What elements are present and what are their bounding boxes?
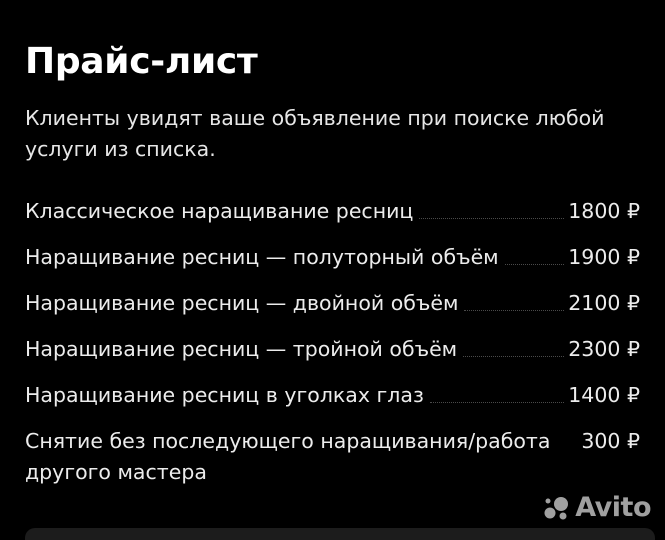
price-row: Наращивание ресниц в уголках глаз 1400 ₽: [25, 380, 640, 411]
dotted-leader: [504, 264, 565, 265]
service-name: Наращивание ресниц — двойной объём: [25, 291, 459, 315]
service-name: Наращивание ресниц — полуторный объём: [25, 245, 499, 269]
service-price: 2300 ₽: [568, 337, 640, 361]
avito-wordmark: Avito: [575, 492, 651, 523]
page-title: Прайс-лист: [25, 41, 258, 82]
service-name: Наращивание ресниц в уголках глаз: [25, 383, 424, 407]
dotted-leader: [464, 310, 565, 311]
price-row: Наращивание ресниц — тройной объём 2300 …: [25, 334, 640, 365]
price-row: Наращивание ресниц — двойной объём 2100 …: [25, 288, 640, 319]
service-price: 300 ₽: [581, 429, 640, 453]
dotted-leader: [463, 356, 565, 357]
price-list-screen: Прайс-лист Клиенты увидят ваше объявлени…: [0, 0, 665, 540]
dotted-leader: [429, 402, 565, 403]
dotted-leader: [419, 218, 565, 219]
avito-watermark: Avito: [542, 492, 651, 523]
service-name: Снятие без последующего наращивания/рабо…: [25, 429, 551, 484]
price-row: Наращивание ресниц — полуторный объём 19…: [25, 242, 640, 273]
page-subtitle: Клиенты увидят ваше объявление при поиск…: [25, 106, 605, 161]
price-row: Снятие без последующего наращивания/рабо…: [25, 426, 640, 488]
price-list: Классическое наращивание ресниц 1800 ₽ Н…: [25, 196, 640, 503]
service-price: 1800 ₽: [568, 199, 640, 223]
price-row: Классическое наращивание ресниц 1800 ₽: [25, 196, 640, 227]
service-name: Классическое наращивание ресниц: [25, 199, 414, 223]
service-price: 1900 ₽: [568, 245, 640, 269]
service-price: 1400 ₽: [568, 383, 640, 407]
next-section-card: [25, 528, 655, 540]
avito-logo-icon: [544, 496, 569, 519]
service-price: 2100 ₽: [568, 291, 640, 315]
service-name: Наращивание ресниц — тройной объём: [25, 337, 458, 361]
